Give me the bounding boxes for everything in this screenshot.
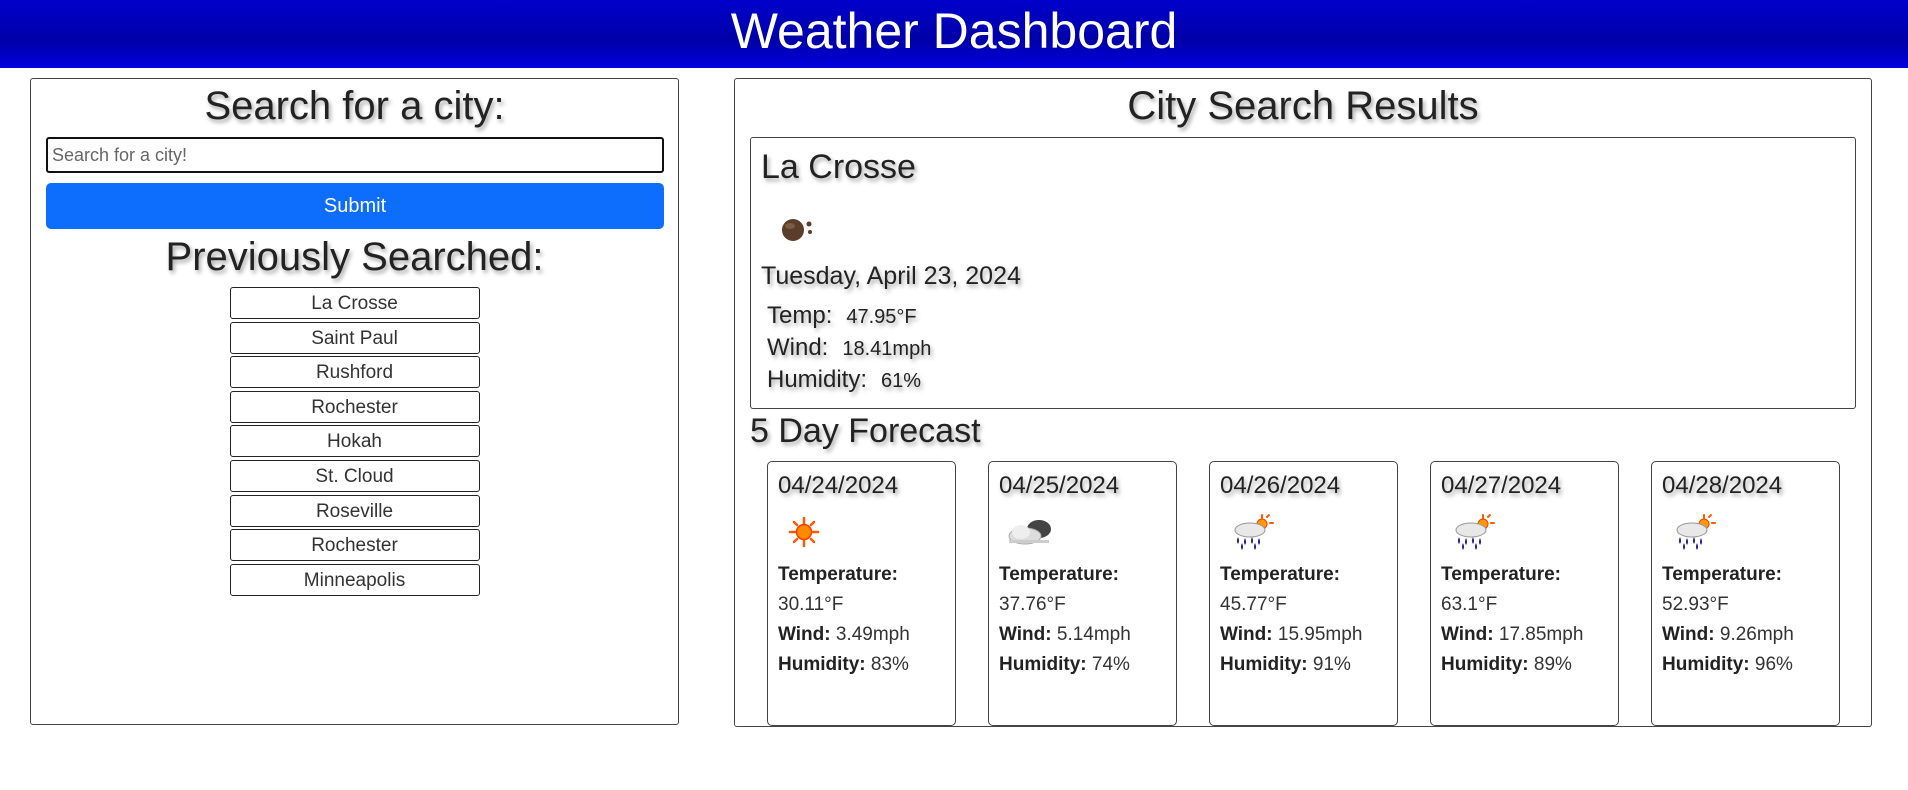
forecast-card: 04/27/2024 Temperature: 63.1°F Wind: 17.…	[1430, 461, 1619, 726]
city-search-input[interactable]	[46, 137, 664, 173]
forecast-temp-label: Temperature:	[999, 564, 1120, 585]
wind-label: Wind:	[767, 334, 829, 361]
history-item[interactable]: St. Cloud	[229, 459, 480, 492]
forecast-date: 04/28/2024	[1662, 472, 1783, 499]
forecast-wind: Wind: 15.95mph	[1220, 624, 1363, 645]
history-item[interactable]: Minneapolis	[229, 563, 480, 596]
forecast-humidity: Humidity: 91%	[1220, 654, 1351, 675]
forecast-row: 04/24/2024 Temperature: 30.11°F Wind: 3.…	[767, 461, 1840, 726]
current-weather-card: La Crosse Tuesday, April 23, 2024 Temp: 4…	[750, 137, 1856, 409]
forecast-card: 04/28/2024 Temperature: 52.93°F Wind: 9.…	[1651, 461, 1840, 726]
forecast-humidity: Humidity: 96%	[1662, 654, 1793, 675]
results-title: City Search Results	[1127, 84, 1479, 128]
forecast-date: 04/27/2024	[1441, 472, 1562, 499]
forecast-date: 04/26/2024	[1220, 472, 1341, 499]
forecast-temp-label: Temperature:	[1220, 564, 1341, 585]
submit-button[interactable]: Submit	[46, 183, 664, 229]
humidity-value: 61%	[881, 370, 922, 392]
sun-rain-icon	[1676, 514, 1716, 550]
search-title: Search for a city:	[204, 84, 505, 128]
forecast-humidity: Humidity: 83%	[778, 654, 909, 675]
cloud-icon	[1008, 520, 1051, 545]
forecast-card: 04/25/2024 Temperature: 37.76°F Wind: 5.…	[988, 461, 1177, 726]
page-header: Weather Dashboard	[0, 0, 1908, 68]
forecast-wind: Wind: 3.49mph	[778, 624, 910, 645]
search-panel: Search for a city: Submit Previously Sea…	[30, 78, 679, 725]
history-item[interactable]: Rochester	[229, 390, 480, 423]
history-list: La Crosse Saint Paul Rushford Rochester …	[31, 287, 678, 596]
sun-icon	[788, 516, 820, 548]
history-item[interactable]: Rushford	[229, 356, 480, 389]
forecast-temp-label: Temperature:	[778, 564, 899, 585]
city-name: La Crosse	[761, 148, 916, 186]
forecast-card: 04/24/2024 Temperature: 30.11°F Wind: 3.…	[767, 461, 956, 726]
page-title: Weather Dashboard	[730, 3, 1178, 59]
rain-drops-icon	[782, 219, 812, 241]
forecast-temp: 37.76°F	[999, 594, 1066, 615]
forecast-wind: Wind: 17.85mph	[1441, 624, 1584, 645]
history-item[interactable]: Saint Paul	[229, 321, 480, 354]
history-item[interactable]: Rochester	[229, 529, 480, 562]
forecast-wind: Wind: 5.14mph	[999, 624, 1131, 645]
history-item[interactable]: La Crosse	[229, 287, 480, 319]
temp-label: Temp:	[767, 302, 833, 329]
current-date: Tuesday, April 23, 2024	[761, 262, 1021, 290]
forecast-temp: 30.11°F	[778, 594, 844, 615]
wind-row: Wind: 18.41mph	[767, 334, 931, 362]
forecast-temp: 52.93°F	[1662, 594, 1729, 615]
results-panel: City Search Results La Crosse Tuesday, A…	[734, 78, 1872, 727]
temp-value: 47.95°F	[846, 306, 917, 328]
forecast-card: 04/26/2024 Temperature: 45.77°F Wind: 15…	[1209, 461, 1398, 726]
sun-rain-icon	[1234, 514, 1274, 550]
forecast-wind: Wind: 9.26mph	[1662, 624, 1794, 645]
history-title: Previously Searched:	[165, 235, 544, 279]
forecast-title: 5 Day Forecast	[750, 412, 981, 450]
forecast-humidity: Humidity: 89%	[1441, 654, 1572, 675]
forecast-humidity: Humidity: 74%	[999, 654, 1130, 675]
history-item[interactable]: Hokah	[229, 425, 480, 458]
humidity-label: Humidity:	[767, 366, 868, 393]
wind-value: 18.41mph	[842, 338, 932, 360]
humidity-row: Humidity: 61%	[767, 366, 921, 394]
forecast-date: 04/24/2024	[778, 472, 899, 499]
history-item[interactable]: Roseville	[229, 494, 480, 527]
forecast-temp: 45.77°F	[1220, 594, 1287, 615]
forecast-temp-label: Temperature:	[1441, 564, 1562, 585]
sun-rain-icon	[1455, 514, 1495, 550]
forecast-date: 04/25/2024	[999, 472, 1120, 499]
forecast-temp: 63.1°F	[1441, 594, 1498, 615]
temp-row: Temp: 47.95°F	[767, 302, 917, 330]
forecast-temp-label: Temperature:	[1662, 564, 1783, 585]
